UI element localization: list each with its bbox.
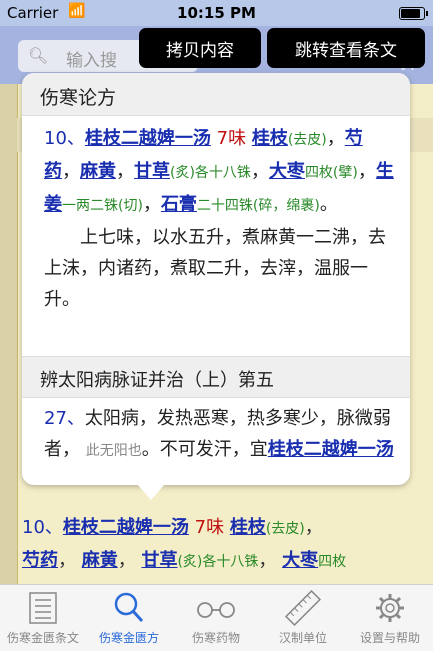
preview-popup: 伤寒论方 10、桂枝二越婢一汤 7味 桂枝(去皮)，芍药，麻黄，甘草(炙)各十八…: [22, 73, 410, 485]
herb-link[interactable]: 甘草: [141, 550, 177, 571]
tab-bar: 伤寒金匮条文 伤寒金匮方 伤寒药物 汉制单位 设置与帮助: [0, 584, 433, 651]
separator: ，: [326, 128, 345, 149]
tab-herbs[interactable]: 伤寒药物: [173, 585, 259, 651]
jump-to-clause-button[interactable]: 跳转查看条文: [267, 28, 425, 68]
search-icon: [114, 592, 144, 623]
tab-label: 汉制单位: [278, 631, 327, 645]
separator: 。: [319, 194, 338, 215]
herb-link[interactable]: 大枣: [269, 161, 305, 182]
herb-link[interactable]: 石膏: [161, 194, 197, 215]
herb-link[interactable]: 芍药: [22, 550, 58, 571]
herb-link[interactable]: 甘草: [134, 161, 170, 182]
formula-method: 上七味，以水五升，煮麻黄一二沸，去上沫，内诸药，煮取二升，去滓，温服一升。: [44, 227, 386, 310]
separator: ，: [116, 161, 134, 182]
herb-dosage-note: (炙)各十八铢: [170, 165, 251, 181]
tab-units[interactable]: 汉制单位: [260, 585, 346, 651]
herb-link[interactable]: 桂枝: [252, 128, 288, 149]
herb-dosage-note: 四枚(擘): [304, 165, 358, 181]
copy-button[interactable]: 拷贝内容: [139, 28, 261, 68]
tab-label: 伤寒金匮条文: [6, 631, 79, 645]
formula-detail: 10、桂枝二越婢一汤 7味 桂枝(去皮)，芍药，麻黄，甘草(炙)各十八铢，大枣四…: [44, 128, 394, 310]
separator: ，: [250, 161, 269, 182]
herb-dosage-note: 二十四铢(碎，绵裹): [196, 198, 320, 214]
herb-link[interactable]: 桂枝: [230, 517, 266, 538]
separator: ，: [62, 161, 80, 182]
herb-link[interactable]: 麻黄: [80, 161, 116, 182]
status-bar: Carrier 📶 10:15 PM: [0, 0, 433, 26]
tab-clauses[interactable]: 伤寒金匮条文: [0, 585, 86, 651]
tab-label: 设置与帮助: [359, 631, 420, 645]
formula-name-link[interactable]: 桂枝二越婢一汤: [63, 517, 189, 538]
search-icon: 🔍︎: [28, 46, 49, 65]
battery-icon: [399, 7, 428, 20]
herb-link[interactable]: 大枣: [282, 550, 318, 571]
herb-dosage-note: 一两二铢(切): [62, 198, 143, 214]
formula-name-link[interactable]: 桂枝二越婢一汤: [85, 128, 211, 149]
formula-name-link[interactable]: 桂枝二越婢一汤: [268, 439, 394, 460]
ruler-icon: [284, 590, 322, 626]
tab-label: 伤寒药物: [191, 631, 240, 645]
gear-icon: [376, 594, 404, 622]
separator: ，: [357, 161, 376, 182]
list-icon: [29, 592, 57, 624]
tab-label: 伤寒金匮方: [98, 631, 159, 645]
tab-settings[interactable]: 设置与帮助: [347, 585, 433, 651]
herb-link[interactable]: 麻黄: [82, 550, 118, 571]
background-formula-entry[interactable]: 10、桂枝二越婢一汤 7味 桂枝(去皮)， 芍药， 麻黄， 甘草(炙)各十八铢，…: [22, 512, 432, 578]
tab-formulas[interactable]: 伤寒金匮方: [86, 585, 172, 651]
clause-text: 27、太阳病，发热恶寒，热多寒少，脉微弱者， 此无阳也。不可发汗，宜桂枝二越婢一…: [44, 408, 394, 460]
glasses-icon: [197, 602, 235, 618]
separator: ，: [142, 194, 161, 215]
search-placeholder: 输入搜: [66, 51, 117, 71]
herb-dosage-note: (去皮): [287, 132, 327, 148]
popup-arrow: [137, 484, 165, 500]
clause-section-title: 辨太阳病脉证并治（上）第五: [22, 356, 410, 398]
popup-header: 伤寒论方: [22, 73, 410, 116]
status-time: 10:15 PM: [177, 4, 256, 22]
